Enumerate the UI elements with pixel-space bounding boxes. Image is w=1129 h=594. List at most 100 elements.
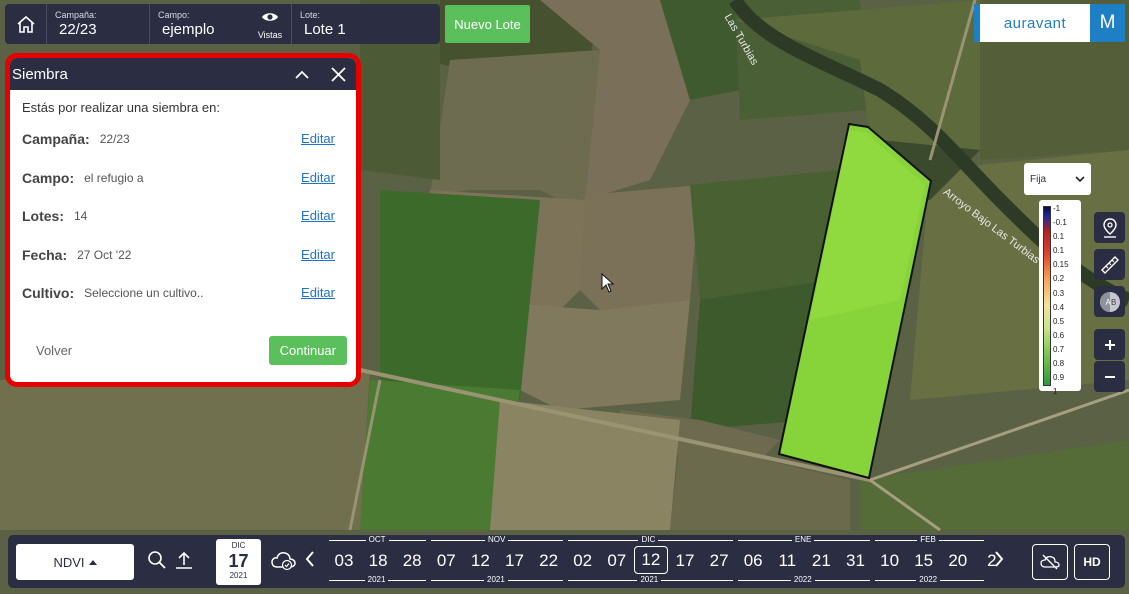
siembra-panel-title: Siembra [12, 65, 68, 83]
timeline-day[interactable]: 17 [498, 549, 532, 573]
row-value: 27 Oct '22 [77, 247, 132, 262]
current-date[interactable]: DIC 17 2021 [216, 539, 261, 585]
timeline-day[interactable]: 15 [907, 549, 941, 573]
legend-tick: 0.1 [1053, 246, 1065, 256]
siembra-panel-header: Siembra [10, 58, 356, 90]
siembra-intro: Estás por realizar una siembra en: [22, 100, 220, 115]
ndvi-legend: -1 -0.1 0.1 0.1 0.15 0.2 0.3 0.4 0.5 0.6 0.7 0.8 0.9… [1039, 200, 1081, 396]
edit-crop-link[interactable]: Editar [301, 285, 335, 300]
chevron-right-icon [995, 551, 1004, 567]
timeline-day[interactable]: 11 [770, 549, 804, 573]
timeline-day-selected[interactable]: 12 [633, 546, 668, 574]
edit-date-link[interactable]: Editar [301, 247, 335, 262]
search-icon[interactable] [147, 550, 167, 570]
timeline-year-label: 2022 [916, 575, 941, 585]
timeline-bar: NDVI DIC 17 2021 03 18 28 07 12 17 22 02 07 12 17 2… [8, 535, 1125, 588]
user-avatar[interactable]: M [1090, 4, 1125, 42]
upload-icon[interactable] [174, 550, 194, 570]
legend-tick: 0.3 [1053, 288, 1065, 298]
timeline-day[interactable]: 10 [873, 549, 907, 573]
lot-value: Lote 1 [304, 20, 346, 38]
row-value: 22/23 [99, 132, 130, 146]
edit-lots-link[interactable]: Editar [301, 208, 335, 223]
new-lot-button[interactable]: Nuevo Lote [445, 5, 530, 43]
lot-selector[interactable]: Lote: Lote 1 [292, 4, 440, 44]
timeline-day[interactable]: 17 [668, 549, 702, 573]
lot-label: Lote: [300, 9, 321, 20]
home-icon [16, 15, 35, 33]
caret-up-icon [88, 560, 97, 565]
summary-row-campaign: Campaña: 22/23 Editar [22, 131, 356, 170]
row-label: Cultivo: [22, 285, 75, 302]
summary-row-crop: Cultivo: Seleccione un cultivo.. Editar [22, 285, 356, 324]
timeline-day[interactable]: 31 [839, 549, 873, 573]
timeline-year-label: 2021 [364, 575, 389, 585]
campaign-label: Campaña: [55, 9, 97, 20]
timeline-day[interactable]: 27 [702, 549, 736, 573]
compare-button[interactable]: A B [1094, 286, 1125, 317]
timeline-day[interactable]: 28 [395, 549, 429, 573]
timeline-day[interactable]: 22 [532, 549, 566, 573]
layer-select[interactable]: NDVI [16, 544, 134, 580]
timeline-year-label: 2021 [637, 575, 662, 585]
top-bar: Campaña: 22/23 Campo: ejemplo Vistas Lot… [5, 4, 440, 44]
row-label: Campaña: [22, 131, 90, 147]
cloud-off-icon [1040, 554, 1060, 570]
legend-tick: 0.8 [1053, 359, 1065, 369]
summary-row-field: Campo: el refugio a Editar [22, 170, 356, 209]
cloud-check-icon[interactable] [270, 548, 298, 572]
close-icon [330, 66, 346, 82]
timeline-day[interactable]: 21 [804, 549, 838, 573]
zoom-in-button[interactable] [1094, 329, 1125, 360]
map-pin-icon [1102, 217, 1117, 238]
timeline-day[interactable]: 12 [463, 549, 497, 573]
timeline-day[interactable]: 07 [429, 549, 463, 573]
field-selector[interactable]: Campo: ejemplo Vistas [150, 4, 292, 44]
timeline-year-label: 2021 [484, 575, 508, 585]
back-button[interactable]: Volver [36, 343, 72, 358]
timeline-day[interactable]: 20 [941, 549, 975, 573]
layer-value: NDVI [53, 554, 85, 570]
legend-tick: 1 [1053, 387, 1058, 397]
timeline-day[interactable]: 06 [736, 549, 770, 573]
timeline-month-label: DIC [638, 535, 659, 545]
edit-campaign-link[interactable]: Editar [301, 131, 335, 146]
campaign-selector[interactable]: Campaña: 22/23 [47, 4, 150, 44]
legend-tick: -0.1 [1053, 218, 1067, 228]
views-label: Vistas [257, 30, 283, 40]
timeline-day[interactable]: 03 [327, 549, 361, 573]
close-button[interactable] [320, 58, 356, 90]
timeline-prev-button[interactable] [305, 548, 315, 572]
edit-field-link[interactable]: Editar [301, 170, 335, 185]
campaign-value: 22/23 [59, 20, 97, 38]
cloud-filter-button[interactable] [1032, 544, 1068, 580]
row-value: el refugio a [84, 170, 144, 185]
timeline-next-button[interactable] [994, 548, 1004, 572]
hd-button[interactable]: HD [1074, 544, 1110, 580]
location-button[interactable] [1094, 212, 1125, 243]
chevron-up-icon [295, 70, 309, 79]
legend-tick: 0.7 [1053, 344, 1065, 354]
summary-row-lots: Lotes: 14 Editar [22, 208, 356, 247]
siembra-panel-body: Estás por realizar una siembra en: Campa… [10, 90, 356, 324]
measure-button[interactable] [1094, 249, 1125, 280]
row-label: Campo: [22, 169, 75, 186]
brand-area: auravant M [974, 4, 1125, 42]
scale-mode-select[interactable]: Fija [1024, 163, 1091, 195]
minus-icon [1104, 375, 1115, 378]
zoom-out-button[interactable] [1094, 361, 1125, 392]
auravant-logo[interactable]: auravant [974, 4, 1090, 42]
summary-row-date: Fecha: 27 Oct '22 Editar [22, 247, 356, 286]
legend-tick: -1 [1053, 204, 1061, 213]
home-button[interactable] [5, 4, 47, 44]
collapse-button[interactable] [284, 58, 320, 90]
svg-text:B: B [1111, 298, 1116, 307]
timeline-day[interactable]: 18 [361, 549, 395, 573]
views-button[interactable]: Vistas [253, 10, 287, 40]
timeline-day[interactable]: 02 [566, 549, 600, 573]
continue-button[interactable]: Continuar [268, 336, 347, 365]
timeline-day[interactable]: 07 [600, 549, 634, 573]
eye-icon [262, 13, 278, 21]
timeline-year-label: 2022 [790, 575, 815, 585]
siembra-panel: Siembra Estás por realizar una siembra e… [5, 53, 361, 387]
